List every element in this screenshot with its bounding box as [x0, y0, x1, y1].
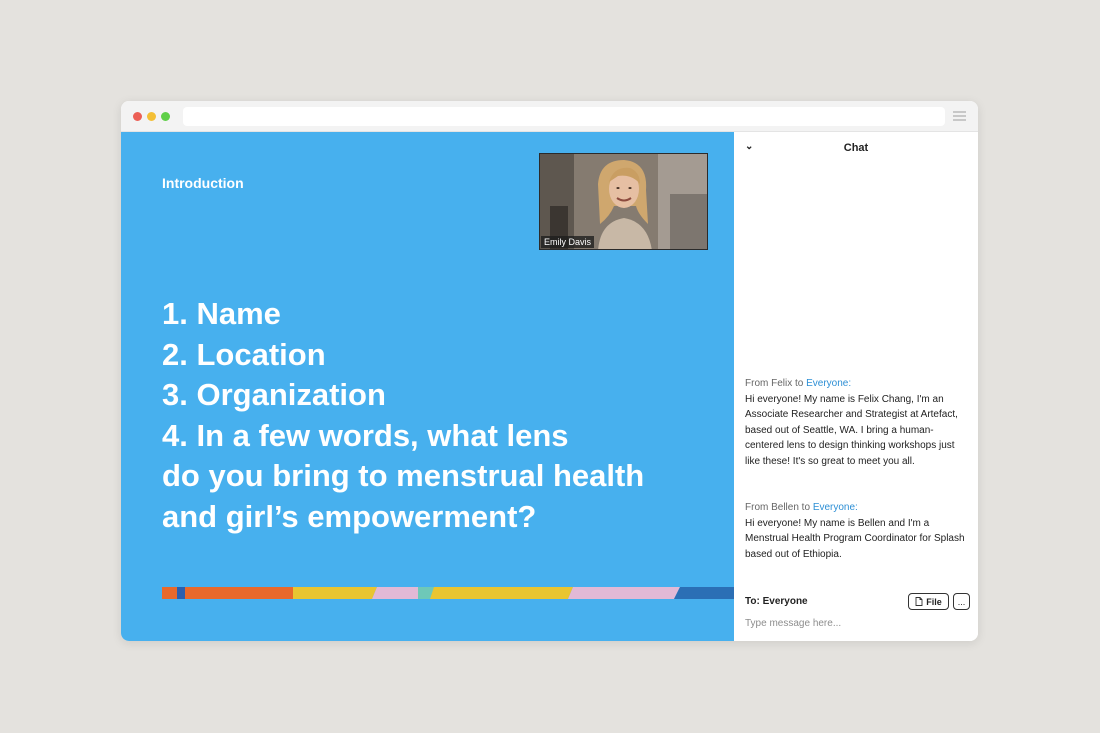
title-bar [121, 101, 978, 132]
message-recipient[interactable]: Everyone: [806, 378, 851, 389]
address-bar[interactable] [183, 107, 945, 126]
question-line: 1. Name [162, 296, 281, 331]
slide-question-list: 1. Name 2. Location 3. Organization 4. I… [162, 294, 722, 537]
slide-section-label: Introduction [162, 175, 244, 191]
participant-video-tile[interactable]: Emily Davis [539, 153, 708, 250]
participant-name-label: Emily Davis [541, 236, 595, 248]
question-line: 4. In a few words, what lens [162, 417, 569, 453]
file-icon [915, 597, 923, 606]
slide-color-strip [162, 587, 734, 599]
chat-title: Chat [843, 142, 869, 154]
color-strip-segment [372, 587, 420, 599]
message-recipient[interactable]: Everyone: [813, 502, 858, 513]
color-strip-segment [177, 587, 185, 599]
message-sender: From Bellen to [745, 502, 813, 513]
message-sender-line: From Felix to Everyone: [745, 376, 967, 392]
recipient-selector[interactable]: To: Everyone [745, 596, 808, 607]
chat-panel: ⌄ Chat From Felix to Everyone: Hi everyo… [734, 132, 978, 641]
color-strip-segment [674, 587, 734, 599]
color-strip-segment [430, 587, 573, 599]
color-strip-segment [293, 587, 377, 599]
browser-window: Introduction 1. Name 2. Location 3. Orga… [121, 101, 978, 641]
chat-message: From Felix to Everyone: Hi everyone! My … [745, 376, 967, 470]
presentation-slide: Introduction 1. Name 2. Location 3. Orga… [121, 132, 734, 641]
color-strip-segment [162, 587, 177, 599]
file-button[interactable]: File [908, 593, 949, 610]
minimize-window-button[interactable] [147, 112, 156, 121]
question-line: and girl’s empowerment? [162, 498, 537, 534]
chat-message-input[interactable] [742, 614, 970, 632]
message-sender: From Felix to [745, 378, 807, 389]
question-line: 2. Location [162, 336, 326, 372]
more-options-button[interactable]: ... [953, 593, 970, 610]
message-text: Hi everyone! My name is Bellen and I'm a… [745, 517, 965, 560]
color-strip-segment [568, 587, 680, 599]
chat-header: ⌄ Chat [734, 132, 978, 162]
chat-message: From Bellen to Everyone: Hi everyone! My… [745, 500, 967, 562]
message-sender-line: From Bellen to Everyone: [745, 500, 967, 516]
question-line: do you bring to menstrual health [162, 458, 645, 493]
message-text: Hi everyone! My name is Felix Chang, I'm… [745, 393, 958, 467]
hamburger-menu-icon[interactable] [953, 111, 966, 122]
question-line: 3. Organization [162, 377, 386, 412]
maximize-window-button[interactable] [161, 112, 170, 121]
close-window-button[interactable] [133, 112, 142, 121]
file-button-label: File [926, 596, 942, 607]
color-strip-segment [185, 587, 293, 599]
